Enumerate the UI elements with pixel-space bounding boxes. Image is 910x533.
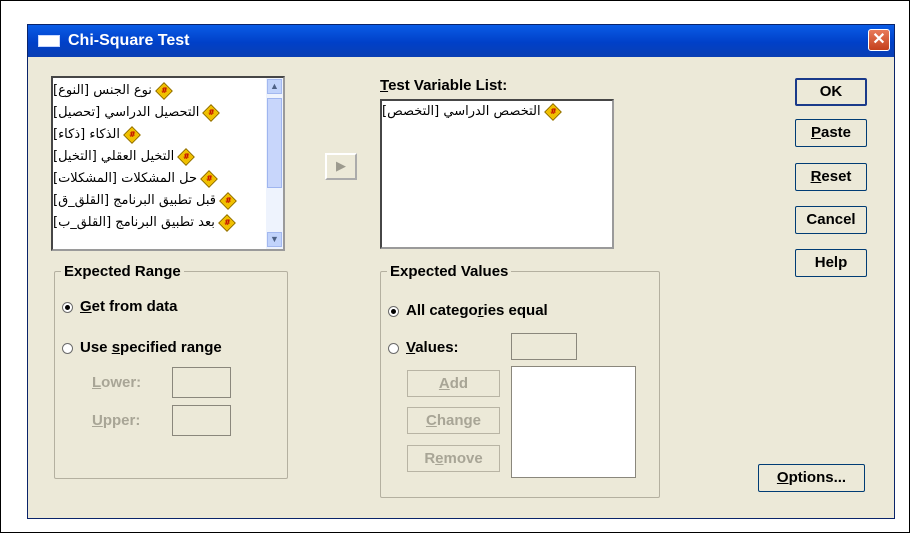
list-item[interactable]: #نوع الجنس [النوع] [53,80,265,102]
scale-variable-icon: # [543,102,562,121]
variable-label: نوع الجنس [النوع] [53,83,152,98]
variable-label: الذكاء [ذكاء] [53,127,120,142]
radio-unselected-icon [62,342,73,354]
scroll-down-button[interactable]: ▼ [267,232,282,247]
expected-range-group: Expected Range [54,263,288,479]
upper-label: Upper: [92,412,141,429]
lower-input[interactable] [172,367,231,398]
scale-variable-icon: # [218,213,236,232]
radio-selected-icon [388,305,399,317]
variable-label: التخصص الدراسي [التخصص] [382,104,541,119]
list-item[interactable]: #التخصص الدراسي [التخصص] [382,101,612,123]
window-icon [38,35,60,47]
chi-square-dialog: Chi-Square Test ✕ #نوع الجنس [النوع] #الت… [27,24,895,519]
variable-label: التحصيل الدراسي [تحصيل] [53,105,200,120]
move-variable-button[interactable]: ▶ [325,153,357,180]
window-title: Chi-Square Test [68,32,190,49]
upper-input[interactable] [172,405,231,436]
radio-unselected-icon [388,342,399,354]
scale-variable-icon: # [200,169,218,188]
expected-values-legend: Expected Values [390,263,509,280]
paste-button[interactable]: Paste [795,119,867,147]
list-item[interactable]: #بعد تطبيق البرنامج [القلق_ب] [53,212,265,234]
test-variable-list-label: Test Variable List: [380,77,508,94]
test-variable-list[interactable]: #التخصص الدراسي [التخصص] [380,99,614,249]
variable-label: التخيل العقلي [التخيل] [53,149,175,164]
ok-button[interactable]: OK [795,78,867,106]
scroll-down-icon: ▼ [270,234,279,244]
all-categories-equal-radio[interactable]: All categories equal [388,302,548,319]
list-item[interactable]: #حل المشكلات [المشكلات] [53,168,265,190]
source-variable-list[interactable]: #نوع الجنس [النوع] #التحصيل الدراسي [تحصي… [51,76,285,251]
list-item[interactable]: #التحصيل الدراسي [تحصيل] [53,102,265,124]
scale-variable-icon: # [202,103,221,122]
variable-items: #نوع الجنس [النوع] #التحصيل الدراسي [تحصي… [53,80,265,234]
scale-variable-icon: # [177,147,196,166]
cancel-button[interactable]: Cancel [795,206,867,234]
remove-button[interactable]: Remove [407,445,500,472]
values-input[interactable] [511,333,577,360]
scroll-thumb[interactable] [267,98,282,188]
list-item[interactable]: #الذكاء [ذكاء] [53,124,265,146]
scale-variable-icon: # [155,81,173,100]
variable-label: حل المشكلات [المشكلات] [53,171,198,186]
values-radio[interactable]: Values: [388,339,459,356]
use-specified-range-radio[interactable]: Use specified range [62,339,222,356]
scroll-up-button[interactable]: ▲ [267,79,282,94]
title-bar: Chi-Square Test ✕ [28,25,894,57]
scale-variable-icon: # [123,125,141,144]
change-button[interactable]: Change [407,407,500,434]
get-from-data-radio[interactable]: Get from data [62,298,178,315]
variable-list-scrollbar[interactable]: ▲ ▼ [266,78,283,249]
close-button[interactable]: ✕ [868,29,890,51]
scale-variable-icon: # [219,191,237,210]
right-arrow-icon: ▶ [336,158,346,173]
add-button[interactable]: Add [407,370,500,397]
reset-button[interactable]: Reset [795,163,867,191]
options-button[interactable]: Options... [758,464,865,492]
values-list[interactable] [511,366,636,478]
list-item[interactable]: #التخيل العقلي [التخيل] [53,146,265,168]
radio-selected-icon [62,301,73,313]
lower-label: Lower: [92,374,142,391]
close-icon: ✕ [872,31,886,48]
help-button[interactable]: Help [795,249,867,277]
scroll-up-icon: ▲ [270,81,279,91]
variable-label: بعد تطبيق البرنامج [القلق_ب] [53,215,215,230]
list-item[interactable]: #قبل تطبيق البرنامج [القلق_ق] [53,190,265,212]
variable-label: قبل تطبيق البرنامج [القلق_ق] [53,193,216,208]
expected-range-legend: Expected Range [64,263,181,280]
